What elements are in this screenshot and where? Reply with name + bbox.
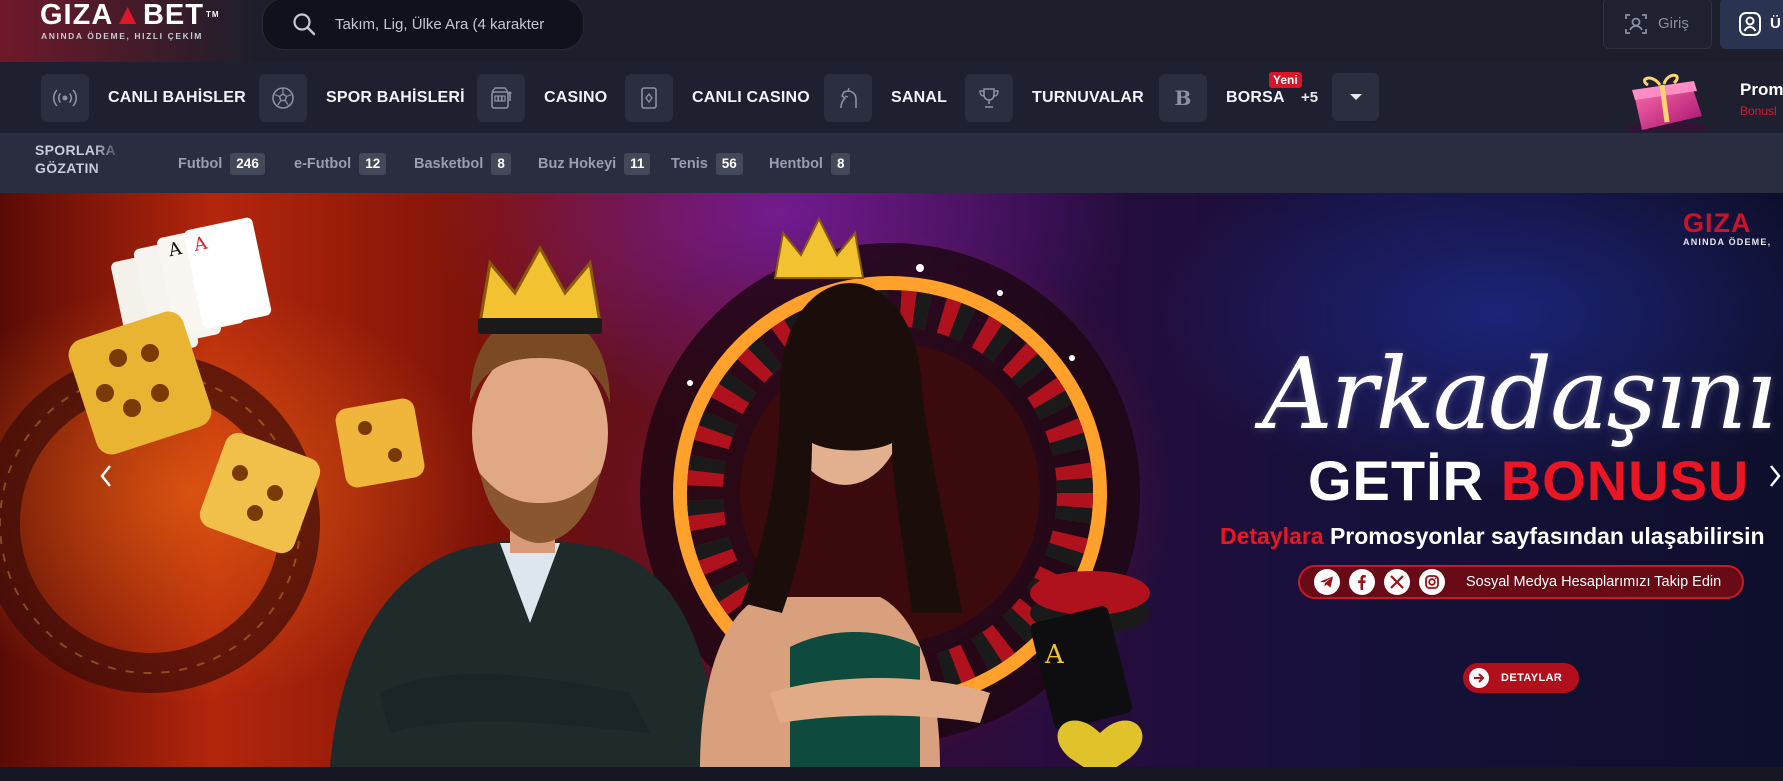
main-navigation: CANLI BAHİSLER SPOR BAHİSLERİ CASINO CAN… (0, 62, 1783, 133)
sport-name: Hentbol (769, 156, 823, 172)
banner-script-title: Arkadaşını (1262, 338, 1777, 452)
banner-logo-tagline: ANINDA ÖDEME, (1683, 237, 1772, 247)
sport-chip-hentbol[interactable]: Hentbol 8 (769, 152, 851, 176)
title-white-part: GETİR (1308, 449, 1485, 512)
sport-chip-buz-hokeyi[interactable]: Buz Hokeyi 11 (538, 152, 651, 176)
banner-logo: GIZA ANINDA ÖDEME, (1683, 209, 1771, 247)
promotions-link[interactable]: Prom Bonusl (1612, 62, 1783, 133)
nav-more-button[interactable] (1332, 73, 1379, 121)
search-input[interactable] (335, 11, 567, 37)
nav-label: SPOR BAHİSLERİ (326, 88, 465, 106)
sport-chip-e-futbol[interactable]: e-Futbol 12 (294, 152, 387, 176)
borsa-b-icon: B (1159, 73, 1207, 122)
sport-count-badge: 246 (230, 153, 265, 175)
sport-count-badge: 11 (624, 153, 651, 175)
facebook-icon[interactable] (1349, 569, 1375, 595)
sport-count-badge: 56 (715, 153, 743, 175)
details-white-part: Promosyonlar sayfasından ulaşabilirsin (1329, 523, 1765, 549)
logo-part-bet: BET (142, 0, 204, 31)
nav-item-borsa[interactable]: B BORSA Yeni (1159, 72, 1302, 122)
sport-count-badge: 12 (359, 153, 387, 175)
sport-count-badge: 8 (491, 153, 511, 175)
telegram-icon[interactable] (1314, 569, 1340, 595)
logo-a-mark: ▲ (113, 0, 143, 31)
chevron-right-icon (1770, 465, 1781, 487)
login-label: Giriş (1658, 15, 1689, 32)
sport-name: Tenis (671, 156, 708, 172)
nav-item-canli-bahisler[interactable]: CANLI BAHİSLER (41, 73, 246, 122)
trophy-icon (965, 73, 1013, 122)
user-icon (1739, 11, 1761, 36)
svg-text:A: A (1044, 640, 1065, 670)
nav-item-spor-bahisleri[interactable]: SPOR BAHİSLERİ (259, 73, 465, 122)
title-fade (93, 141, 123, 181)
sport-name: e-Futbol (294, 156, 352, 172)
sport-chip-futbol[interactable]: Futbol 246 (178, 152, 265, 176)
arrow-right-icon (1469, 668, 1489, 688)
chips-art: A (1030, 571, 1150, 767)
banner-details-button[interactable]: DETAYLAR (1463, 663, 1579, 693)
title-red-part: BONUSU (1500, 449, 1750, 512)
playing-card-icon (625, 73, 673, 122)
page-content-edge (0, 767, 1783, 781)
sport-name: Buz Hokeyi (538, 156, 617, 172)
nav-label: CANLI CASINO (692, 88, 810, 106)
nav-item-casino[interactable]: CASINO (477, 73, 607, 122)
social-follow-text: Sosyal Medya Hesaplarımızı Takip Edin (1466, 574, 1722, 590)
site-logo[interactable]: GIZA▲BET TM ANINDA ÖDEME, HIZLI ÇEKİM (40, 0, 240, 50)
details-button-label: DETAYLAR (1501, 672, 1563, 684)
chevron-left-icon (100, 465, 111, 487)
search-bar[interactable] (262, 0, 584, 50)
top-header: GIZA▲BETTM ANINDA ÖDEME, HIZLI ÇEKİM Gir… (0, 0, 1783, 62)
logo-trademark: TM (205, 10, 220, 19)
slider-prev-button[interactable] (94, 461, 118, 491)
borsa-icon-letter: B (1174, 85, 1192, 110)
gift-box-icon (1627, 73, 1707, 132)
instagram-icon[interactable] (1419, 569, 1445, 595)
more-count: +5 (1301, 89, 1319, 106)
user-scan-icon (1625, 13, 1647, 34)
x-twitter-icon[interactable] (1384, 569, 1410, 595)
signup-button[interactable]: Ü (1720, 0, 1783, 49)
sport-chip-tenis[interactable]: Tenis 56 (671, 152, 743, 176)
nav-item-canli-casino[interactable]: CANLI CASINO (625, 73, 810, 122)
nav-label: BORSA (1226, 88, 1285, 106)
live-signal-icon (41, 73, 89, 122)
search-icon (293, 13, 316, 36)
sport-chip-basketbol[interactable]: Basketbol 8 (414, 152, 511, 176)
nav-item-turnuvalar[interactable]: TURNUVALAR (965, 73, 1144, 122)
nav-item-sanal[interactable]: SANAL (824, 73, 947, 122)
banner-logo-wordmark: GIZA (1683, 208, 1752, 238)
promo-banner-slider[interactable]: A A A GIZA ANINDA ÖDEME, Arkadaşını GETİ… (0, 193, 1783, 767)
nav-label: SANAL (891, 88, 948, 106)
banner-details-line: Detaylara Promosyonlar sayfasından ulaşa… (1220, 523, 1765, 550)
login-button[interactable]: Giriş (1603, 0, 1712, 49)
logo-wordmark: GIZA▲BET TM (40, 0, 220, 30)
new-badge: Yeni (1269, 72, 1302, 88)
soccer-ball-icon (259, 73, 307, 122)
sport-name: Futbol (178, 156, 223, 172)
nav-label: TURNUVALAR (1032, 88, 1144, 106)
promo-subtitle: Bonusl (1740, 104, 1777, 118)
details-red-part: Detaylara (1220, 523, 1324, 549)
sport-name: Basketbol (414, 156, 484, 172)
slot-machine-icon (477, 73, 525, 122)
social-media-strip: Sosyal Medya Hesaplarımızı Takip Edin (1298, 565, 1744, 599)
sports-browse-bar: SPORLARA GÖZATIN Futbol 246 e-Futbol 12 … (0, 133, 1783, 193)
nav-label: CASINO (544, 88, 608, 106)
signup-label: Ü (1770, 15, 1781, 32)
logo-tagline: ANINDA ÖDEME, HIZLI ÇEKİM (41, 31, 203, 41)
sport-count-badge: 8 (830, 153, 851, 175)
logo-part-giza: GIZA (40, 0, 114, 31)
chevron-down-icon (1349, 94, 1362, 100)
nav-label: CANLI BAHİSLER (108, 88, 246, 106)
banner-main-title: GETİR BONUSU (1308, 451, 1749, 511)
horse-icon (824, 73, 872, 122)
promo-title: Prom (1740, 80, 1783, 99)
sports-browse-title: SPORLARA GÖZATIN (35, 141, 123, 181)
slider-next-button[interactable] (1763, 461, 1783, 491)
